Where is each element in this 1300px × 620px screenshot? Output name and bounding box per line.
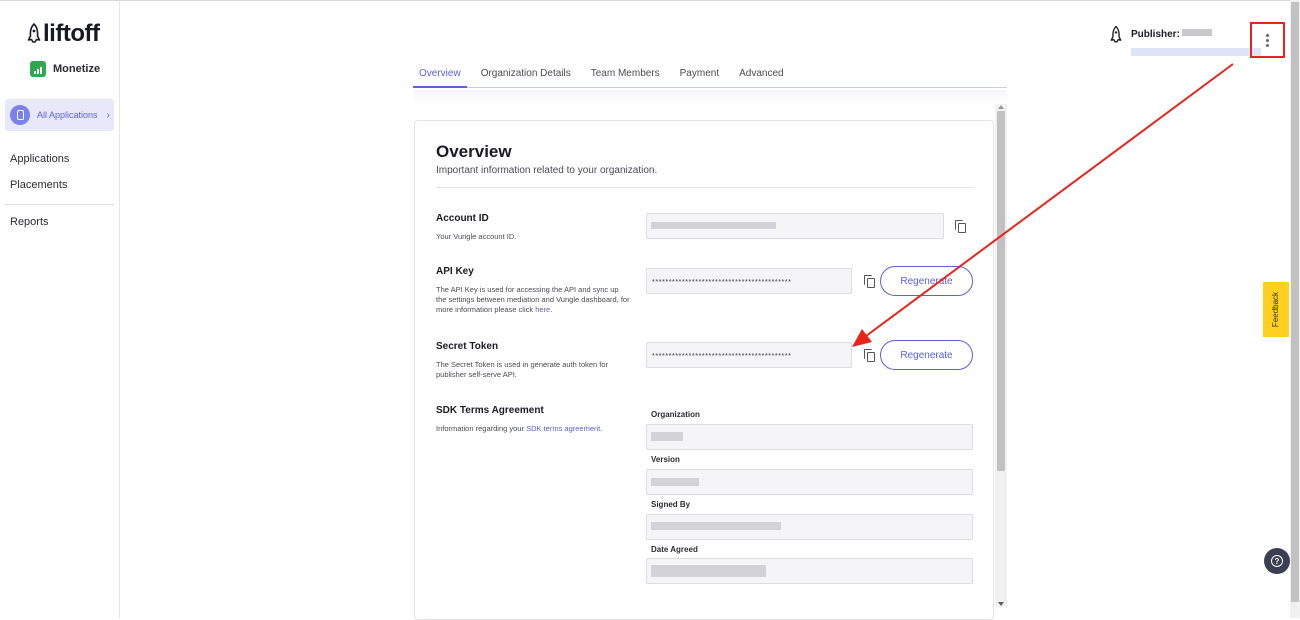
page-subtitle: Important information related to your or… — [436, 165, 658, 176]
bar-chart-icon — [30, 61, 46, 77]
publisher-name-redacted — [1181, 29, 1212, 37]
content-scrollbar-thumb[interactable] — [997, 111, 1005, 471]
signed-by-label: Signed By — [651, 500, 691, 509]
page-title: Overview — [436, 142, 512, 161]
tab-team-members[interactable]: Team Members — [585, 62, 666, 88]
all-applications-label: All Applications — [37, 110, 98, 120]
version-field — [646, 469, 973, 495]
section-divider — [436, 187, 973, 188]
date-agreed-field — [646, 558, 973, 584]
product-name: Monetize — [53, 63, 101, 75]
secret-token-desc: The Secret Token is used in generate aut… — [436, 360, 609, 379]
page-scrollbar[interactable] — [1290, 0, 1300, 618]
tab-bar: Overview Organization Details Team Membe… — [413, 62, 1007, 88]
api-key-value: ****************************************… — [652, 277, 792, 286]
publisher-info[interactable]: Publisher: — [1110, 24, 1261, 56]
content-scrollbar[interactable] — [995, 104, 1007, 607]
account-id-field[interactable] — [646, 213, 944, 239]
sidebar-item-applications[interactable]: Applications — [10, 153, 69, 165]
kebab-menu-icon — [1266, 33, 1269, 37]
sdk-terms-link[interactable]: SDK terms agreement — [526, 424, 600, 433]
sidebar: liftoff Monetize All Applications › Appl… — [0, 1, 120, 618]
copy-secret-token-button[interactable] — [864, 349, 876, 363]
signed-by-field — [646, 514, 973, 540]
organization-field — [646, 424, 973, 450]
publisher-id-redacted — [1131, 48, 1261, 56]
sidebar-item-reports[interactable]: Reports — [10, 216, 49, 228]
sidebar-divider — [5, 204, 114, 205]
api-key-desc: The API Key is used for accessing the AP… — [436, 285, 630, 314]
feedback-tab[interactable]: Feedback — [1263, 282, 1289, 337]
chevron-right-icon: › — [106, 109, 110, 121]
regenerate-secret-token-button[interactable]: Regenerate — [880, 340, 973, 370]
api-docs-link[interactable]: here — [535, 305, 550, 314]
secret-token-field[interactable]: ****************************************… — [646, 342, 852, 368]
logo-text: liftoff — [43, 20, 100, 47]
rocket-icon — [27, 23, 41, 43]
tab-organization-details[interactable]: Organization Details — [475, 62, 577, 88]
version-label: Version — [651, 455, 680, 464]
api-key-field[interactable]: ****************************************… — [646, 268, 852, 294]
secret-token-title: Secret Token — [436, 341, 499, 352]
account-id-redacted — [651, 222, 776, 229]
publisher-label: Publisher: — [1131, 29, 1180, 40]
page-scrollbar-thumb[interactable] — [1291, 2, 1299, 602]
signed-by-redacted — [651, 522, 781, 530]
date-agreed-redacted — [651, 565, 766, 577]
question-mark-icon: ? — [1271, 555, 1283, 567]
tab-overview[interactable]: Overview — [413, 62, 467, 88]
tab-payment[interactable]: Payment — [674, 62, 725, 88]
overview-card: Overview Important information related t… — [414, 120, 994, 620]
scroll-down-arrow-icon[interactable] — [998, 602, 1004, 606]
liftoff-logo[interactable]: liftoff — [27, 20, 100, 47]
top-border — [0, 0, 1300, 1]
tab-advanced[interactable]: Advanced — [733, 62, 789, 88]
regenerate-api-key-button[interactable]: Regenerate — [880, 266, 973, 296]
product-indicator: Monetize — [30, 61, 100, 77]
sdk-terms-title: SDK Terms Agreement — [436, 405, 544, 416]
sdk-terms-desc: Information regarding your SDK terms agr… — [436, 424, 603, 433]
help-button[interactable]: ? — [1264, 548, 1290, 574]
organization-label: Organization — [651, 410, 700, 419]
secret-token-value: ****************************************… — [652, 351, 792, 360]
copy-api-key-button[interactable] — [864, 275, 876, 289]
feedback-label: Feedback — [1271, 291, 1281, 328]
more-options-button[interactable] — [1250, 22, 1285, 58]
tab-shadow — [413, 90, 1007, 104]
version-redacted — [651, 478, 699, 486]
organization-redacted — [651, 432, 683, 441]
rocket-icon — [1110, 25, 1122, 43]
account-id-title: Account ID — [436, 213, 489, 224]
scroll-up-arrow-icon[interactable] — [998, 105, 1004, 109]
date-agreed-label: Date Agreed — [651, 545, 698, 554]
sidebar-item-placements[interactable]: Placements — [10, 179, 67, 191]
copy-account-id-button[interactable] — [955, 220, 967, 234]
account-id-desc: Your Vungle account ID. — [436, 232, 517, 241]
mobile-app-icon — [10, 105, 30, 125]
api-key-title: API Key — [436, 266, 474, 277]
all-applications-selector[interactable]: All Applications › — [5, 99, 114, 131]
